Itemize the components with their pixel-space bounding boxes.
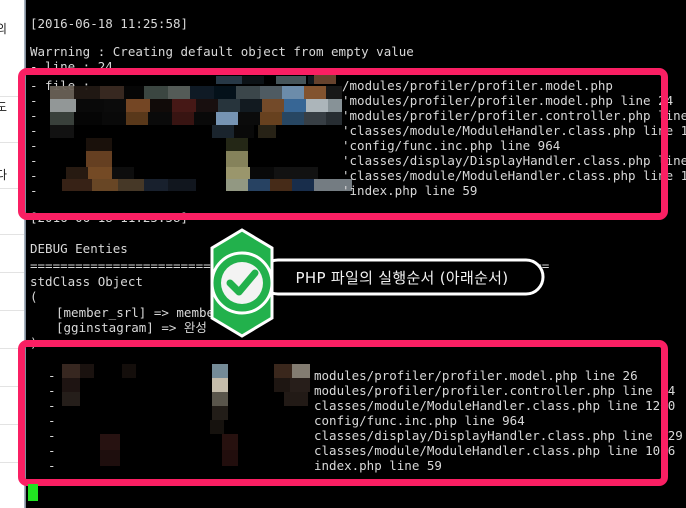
trace-bullet: - bbox=[30, 168, 38, 183]
trace-bullet: - bbox=[48, 458, 56, 473]
trace-bullet: - bbox=[30, 183, 38, 198]
trace-bullet: - bbox=[48, 398, 56, 413]
trace-line: index.php line 59 bbox=[314, 458, 442, 473]
page-fragment-1: 의 bbox=[0, 22, 7, 36]
trace-line: 'classes/display/DisplayHandler.class.ph… bbox=[342, 153, 686, 168]
trace-line: 'classes/module/ModuleHandler.class.php … bbox=[342, 168, 686, 183]
background-page-strip: 의 도 다 bbox=[0, 0, 24, 508]
trace-bullet: - bbox=[30, 138, 38, 153]
trace-line: config/func.inc.php line 964 bbox=[314, 413, 525, 428]
check-badge-icon bbox=[206, 228, 278, 338]
warning-line-number: - line : 24 bbox=[30, 59, 113, 74]
callout-label: PHP 파일의 실행순서 (아래순서) bbox=[295, 268, 509, 287]
timestamp-top: [2016-06-18 11:25:58] bbox=[30, 16, 189, 31]
page-fragment-3: 다 bbox=[0, 168, 7, 182]
trace-bullet: - bbox=[30, 93, 38, 108]
trace-line: 'classes/module/ModuleHandler.class.php … bbox=[342, 123, 686, 138]
page-fragment-2: 도 bbox=[0, 100, 7, 114]
terminal-cursor bbox=[28, 484, 38, 501]
trace-line: 'index.php line 59 bbox=[342, 183, 478, 198]
trace-bullet: - bbox=[48, 413, 56, 428]
trace-bullet: - bbox=[48, 443, 56, 458]
trace-line: 'config/func.inc.php line 964 bbox=[342, 138, 561, 153]
trace-line: modules/profiler/profiler.model.php line… bbox=[314, 368, 638, 383]
check-badge-graphic bbox=[210, 228, 274, 338]
trace-bullet: - bbox=[30, 123, 38, 138]
annotation-callout: PHP 파일의 실행순서 (아래순서) bbox=[259, 258, 545, 296]
timestamp-mid: [2016-06-18 11:25:58] bbox=[30, 210, 189, 225]
file-value: /modules/profiler/profiler.model.php bbox=[342, 78, 613, 93]
trace-line: classes/module/ModuleHandler.class.php l… bbox=[314, 443, 676, 458]
trace-line: modules/profiler/profiler.controller.php… bbox=[314, 383, 676, 398]
trace-line: classes/module/ModuleHandler.class.php l… bbox=[314, 398, 676, 413]
screenshot-root: 의 도 다 [2016-06-18 11:25:58] Warrning : C… bbox=[0, 0, 686, 508]
brace-open: ( bbox=[30, 289, 38, 304]
object-property: [gginstagram] => 완성 bbox=[56, 320, 207, 335]
terminal-console: [2016-06-18 11:25:58] Warrning : Creatin… bbox=[26, 0, 686, 508]
trace-bullet: - bbox=[30, 153, 38, 168]
trace-bullet: - bbox=[48, 428, 56, 443]
trace-bullet: - bbox=[48, 368, 56, 383]
object-header: stdClass Object bbox=[30, 274, 143, 289]
trace-line: 'modules/profiler/profiler.controller.ph… bbox=[342, 108, 686, 123]
debug-header: DEBUG Eenties bbox=[30, 241, 128, 256]
object-property: [member_srl] => member bbox=[56, 305, 222, 320]
brace-close: ) bbox=[30, 335, 38, 350]
trace-line: 'modules/profiler/profiler.model.php lin… bbox=[342, 93, 674, 108]
warning-message: Warrning : Creating default object from … bbox=[30, 44, 414, 59]
trace-bullet: - bbox=[30, 108, 38, 123]
trace-bullet: - bbox=[48, 383, 56, 398]
trace-line: classes/display/DisplayHandler.class.php… bbox=[314, 428, 683, 443]
